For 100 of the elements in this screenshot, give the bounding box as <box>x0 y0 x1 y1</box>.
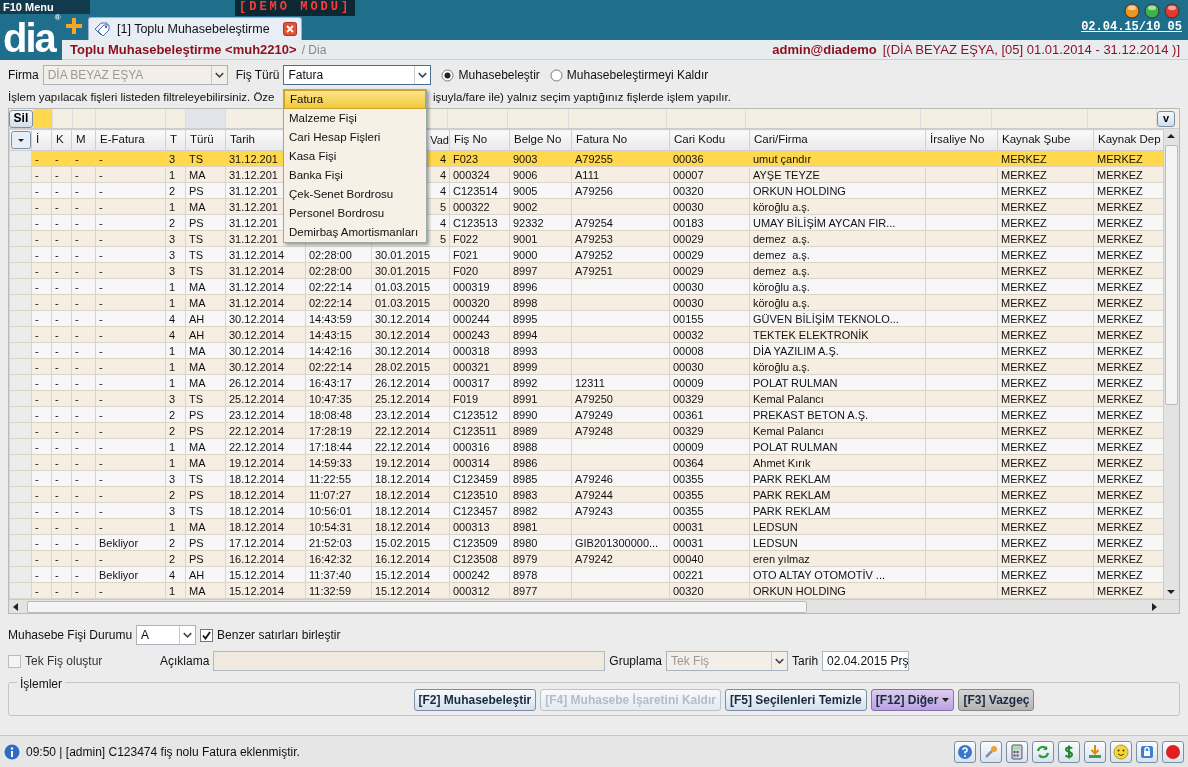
table-cell: - <box>71 342 96 359</box>
table-cell: ORKUN HOLDING <box>749 582 926 599</box>
column-header[interactable]: T <box>165 129 186 151</box>
checkbox[interactable]: Benzer satırları birleştir <box>200 626 341 644</box>
table-cell: 3 <box>165 230 186 247</box>
column-header[interactable]: Türü <box>185 129 226 151</box>
column-header[interactable]: Fatura No <box>571 129 670 151</box>
table-cell: AH <box>185 566 226 583</box>
column-header[interactable]: E-Fatura <box>95 129 166 151</box>
table-cell: 00329 <box>669 422 750 439</box>
table-cell: A79242 <box>571 550 670 567</box>
table-cell: TS <box>185 150 226 167</box>
column-header[interactable]: Kaynak Şube <box>997 129 1094 151</box>
radio-option[interactable]: Muhasebeleştir <box>441 66 540 84</box>
table-cell: 4 <box>165 310 186 327</box>
table-cell: - <box>95 246 166 263</box>
table-cell: - <box>31 406 52 423</box>
table-cell: 10:56:01 <box>305 502 372 519</box>
table-cell: 8977 <box>509 582 572 599</box>
column-header[interactable]: Kaynak Dep <box>1093 129 1164 151</box>
table-cell: - <box>71 406 96 423</box>
checkbox[interactable]: Tek Fiş oluştur <box>8 652 156 670</box>
table-cell: PS <box>185 486 226 503</box>
type-select[interactable]: Fatura <box>283 65 432 85</box>
dropdown-option[interactable]: Fatura <box>284 90 426 109</box>
table-cell: MERKEZ <box>997 166 1094 183</box>
table-cell: - <box>95 230 166 247</box>
table-cell: A79254 <box>571 214 670 231</box>
table-cell: - <box>31 262 52 279</box>
table-cell: MERKEZ <box>997 486 1094 503</box>
column-header[interactable]: İrsaliye No <box>925 129 998 151</box>
table-cell: 18.12.2014 <box>371 502 450 519</box>
column-header[interactable]: İ <box>31 129 52 151</box>
table-cell: umut çandır <box>749 150 926 167</box>
table-cell: - <box>31 326 52 343</box>
table-cell: 1 <box>165 278 186 295</box>
table-cell: - <box>51 326 72 343</box>
delete-button[interactable]: Sil <box>9 109 33 128</box>
table-cell: 3 <box>165 470 186 487</box>
table-cell: 16:42:32 <box>305 550 372 567</box>
table-cell: 000314 <box>449 454 510 471</box>
table-cell: - <box>71 294 96 311</box>
table-cell: MERKEZ <box>997 502 1094 519</box>
table-cell: 00320 <box>669 182 750 199</box>
table-cell: 8997 <box>509 262 572 279</box>
column-header[interactable]: M <box>71 129 96 151</box>
table-cell: PS <box>185 214 226 231</box>
status-select[interactable]: A <box>136 625 197 645</box>
menu-label[interactable]: F10 Menu <box>0 0 90 14</box>
table-cell: 26.12.2014 <box>225 374 306 391</box>
table-cell: F020 <box>449 262 510 279</box>
action-button[interactable]: [F5] Seçilenleri Temizle <box>724 689 867 711</box>
action-button[interactable]: [F3] Vazgeç <box>958 689 1035 711</box>
column-header[interactable]: Fiş No <box>449 129 510 151</box>
field-label: Firma <box>8 67 39 84</box>
table-cell: - <box>31 278 52 295</box>
table-cell: 00183 <box>669 214 750 231</box>
table-cell: - <box>95 390 166 407</box>
table-cell: - <box>95 582 166 599</box>
table-cell: MERKEZ <box>997 262 1094 279</box>
table-cell: MERKEZ <box>997 358 1094 375</box>
table-cell: 30.12.2014 <box>371 342 450 359</box>
table-cell: 8988 <box>509 438 572 455</box>
table-cell: 1 <box>165 582 186 599</box>
column-header[interactable]: Belge No <box>509 129 572 151</box>
table-cell: 8979 <box>509 550 572 567</box>
table-cell: - <box>31 390 52 407</box>
column-header[interactable]: K <box>51 129 72 151</box>
table-cell: 000242 <box>449 566 510 583</box>
table-cell: 22.12.2014 <box>371 438 450 455</box>
table-cell: 11:22:55 <box>305 470 372 487</box>
tab[interactable]: [1] Toplu Muhasebeleştirme <box>88 17 302 40</box>
table-cell: MERKEZ <box>997 470 1094 487</box>
table-cell: 1 <box>165 438 186 455</box>
action-button[interactable]: [F12] Diğer <box>870 689 955 711</box>
table-cell: 000316 <box>449 438 510 455</box>
table-cell: - <box>95 278 166 295</box>
table-cell: 11:37:40 <box>305 566 372 583</box>
table-cell: 30.12.2014 <box>371 326 450 343</box>
table-cell: C123457 <box>449 502 510 519</box>
radio-option[interactable]: Muhasebeleştirmeyi Kaldır <box>549 66 709 84</box>
table-cell: - <box>71 230 96 247</box>
table-cell: TS <box>185 470 226 487</box>
column-header[interactable]: Cari Kodu <box>669 129 750 151</box>
table-cell: MERKEZ <box>997 454 1094 471</box>
table-cell: 3 <box>165 262 186 279</box>
action-button[interactable]: [F2] Muhasebeleştir <box>413 689 537 711</box>
date-field[interactable]: 02.04.2015 Prş <box>822 651 910 671</box>
table-cell: 22.12.2014 <box>371 422 450 439</box>
table-cell: 1 <box>165 166 186 183</box>
table-cell: MERKEZ <box>997 342 1094 359</box>
dropdown-option[interactable]: Malzeme Fişi <box>284 109 426 128</box>
filter-toggle-button[interactable]: v <box>1157 110 1175 127</box>
table-cell: - <box>95 374 166 391</box>
column-header[interactable]: Cari/Firma <box>749 129 926 151</box>
table-cell: - <box>51 182 72 199</box>
table-cell: - <box>31 566 52 583</box>
table-cell: 000321 <box>449 358 510 375</box>
table-cell: 000324 <box>449 166 510 183</box>
table-cell: 1 <box>165 518 186 535</box>
